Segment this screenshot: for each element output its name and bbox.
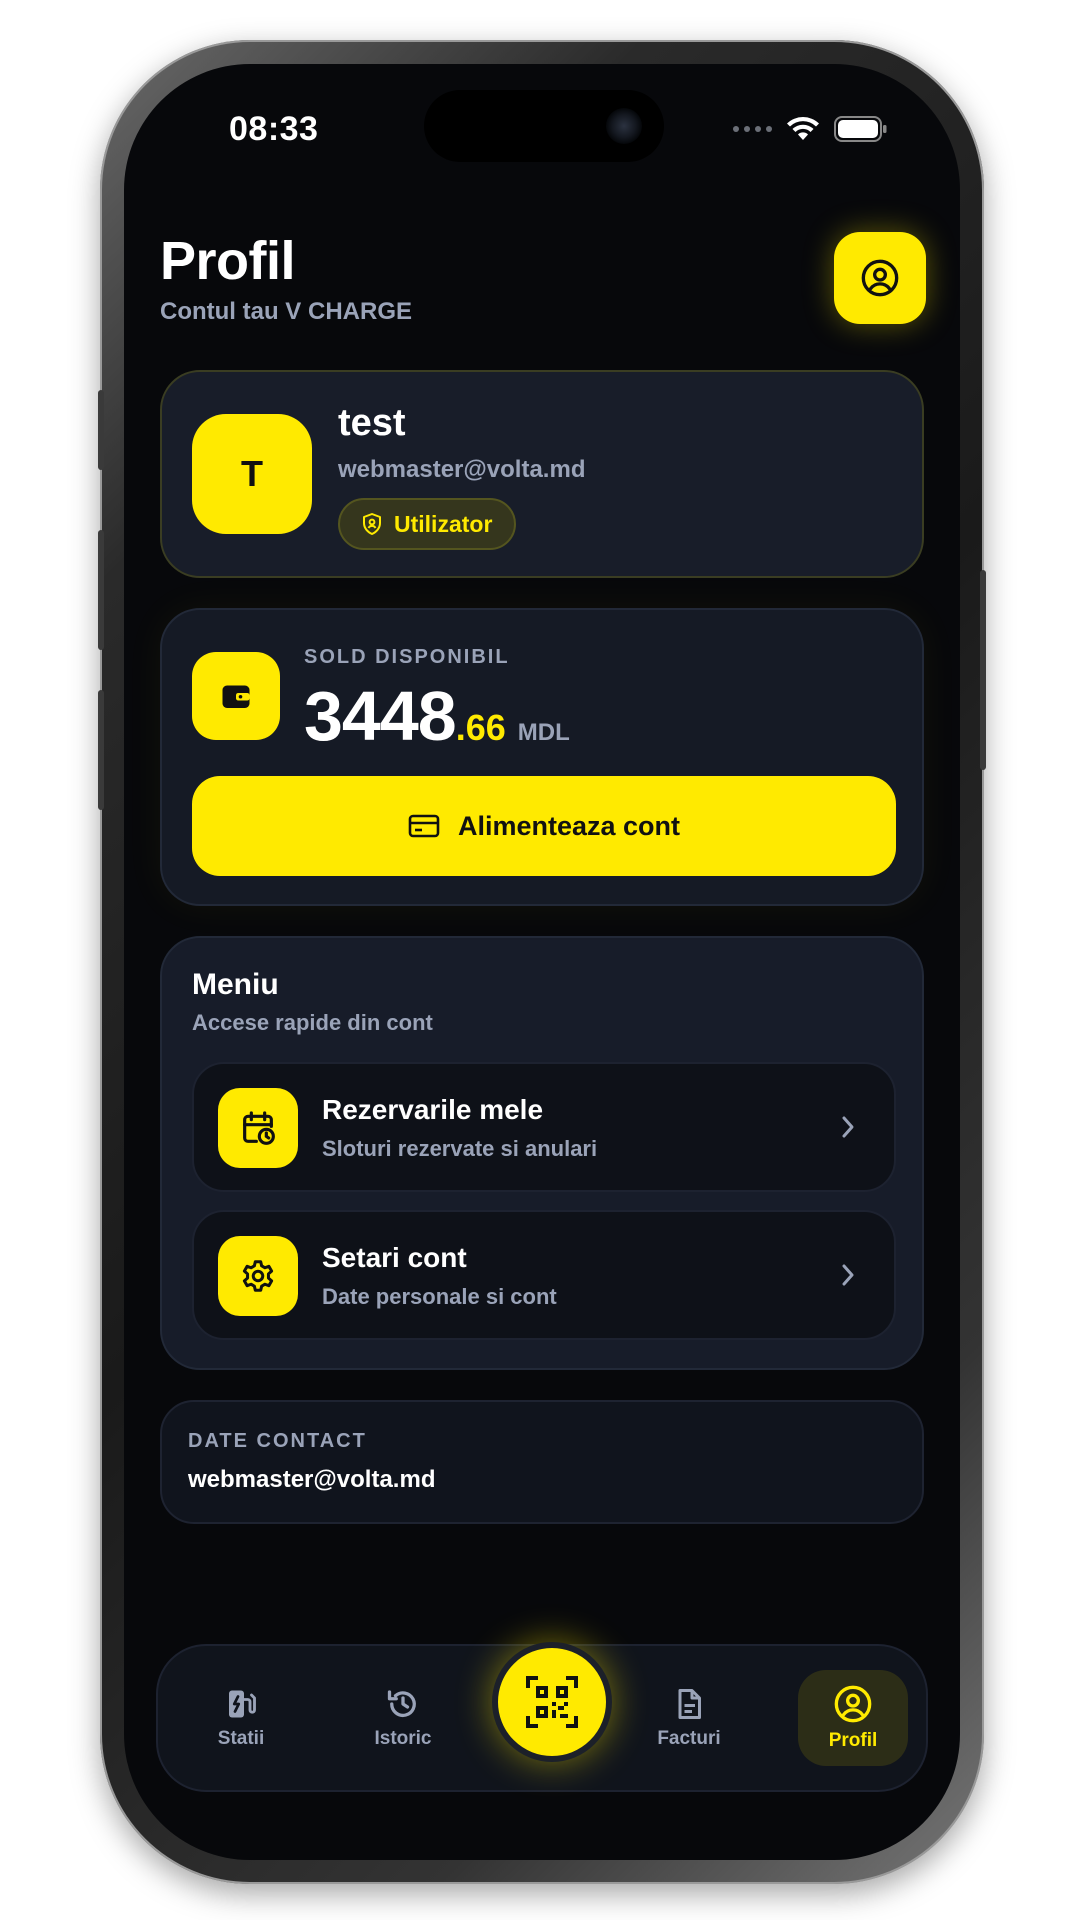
- qr-code-icon: [526, 1676, 578, 1728]
- camera-icon: [606, 108, 642, 144]
- history-icon: [387, 1690, 416, 1717]
- tab-label: Facturi: [657, 1728, 721, 1749]
- chevron-right-icon: [842, 1264, 854, 1286]
- tab-profil[interactable]: Profil: [798, 1670, 908, 1766]
- volume-down-button: [98, 690, 104, 810]
- wallet-icon: [192, 652, 280, 740]
- menu-title: Meniu: [192, 968, 279, 1001]
- balance-integer: 3448: [304, 677, 457, 755]
- profile-avatar-button[interactable]: [834, 232, 926, 324]
- document-icon: [678, 1689, 701, 1719]
- charging-station-icon: [229, 1690, 256, 1718]
- role-badge: Utilizator: [338, 498, 517, 550]
- screen: 08:33 Profil Contul tau V CHARGE T test …: [124, 64, 960, 1860]
- credit-card-icon: [408, 814, 440, 838]
- balance-amount: 3448 .66 MDL: [304, 676, 570, 756]
- page-title: Profil: [160, 231, 296, 291]
- menu-item-subtitle: Sloturi rezervate si anulari: [322, 1136, 598, 1161]
- shield-user-icon: [363, 513, 381, 535]
- tab-facturi[interactable]: Facturi: [634, 1670, 744, 1766]
- user-circle-icon: [834, 1685, 872, 1723]
- menu-item-account-settings[interactable]: Setari cont Date personale si cont: [192, 1210, 896, 1340]
- gear-icon: [218, 1236, 298, 1316]
- menu-item-subtitle: Date personale si cont: [322, 1284, 557, 1309]
- balance-card: SOLD DISPONIBIL 3448 .66 MDL Alimenteaza…: [160, 608, 924, 906]
- user-card: T test webmaster@volta.md Utilizator: [160, 370, 924, 578]
- status-time: 08:33: [229, 110, 319, 148]
- tab-label: Istoric: [374, 1728, 432, 1749]
- user-circle-icon: [861, 259, 899, 297]
- user-name: test: [338, 402, 406, 444]
- topup-label: Alimenteaza cont: [457, 810, 681, 841]
- calendar-clock-icon: [218, 1088, 298, 1168]
- tab-label: Statii: [217, 1728, 265, 1749]
- battery-icon: [834, 116, 887, 142]
- user-avatar: T: [192, 414, 312, 534]
- user-email: webmaster@volta.md: [338, 456, 586, 483]
- contact-email: webmaster@volta.md: [188, 1466, 436, 1493]
- cellular-signal-icon: [733, 126, 772, 132]
- menu-subtitle: Accese rapide din cont: [192, 1010, 433, 1035]
- wifi-icon: [787, 117, 819, 140]
- volume-up-button: [98, 530, 104, 650]
- role-label: Utilizator: [394, 510, 493, 537]
- tab-statii[interactable]: Statii: [186, 1670, 296, 1766]
- action-button: [98, 390, 104, 470]
- menu-item-reservations[interactable]: Rezervarile mele Sloturi rezervate si an…: [192, 1062, 896, 1192]
- qr-scan-button[interactable]: [492, 1642, 612, 1762]
- topup-button[interactable]: Alimenteaza cont: [192, 776, 896, 876]
- contact-card: DATE CONTACT webmaster@volta.md: [160, 1400, 924, 1524]
- balance-decimal: .66: [455, 707, 506, 748]
- status-icons: [733, 116, 888, 142]
- balance-label: SOLD DISPONIBIL: [304, 646, 510, 668]
- contact-label: DATE CONTACT: [188, 1430, 367, 1452]
- page-subtitle: Contul tau V CHARGE: [160, 298, 412, 325]
- menu-card: Meniu Accese rapide din cont Rezervarile…: [160, 936, 924, 1370]
- tab-label: Profil: [828, 1730, 878, 1751]
- balance-currency: MDL: [517, 719, 570, 746]
- dynamic-island: [424, 90, 664, 162]
- power-button: [980, 570, 986, 770]
- chevron-right-icon: [842, 1116, 854, 1138]
- tab-istoric[interactable]: Istoric: [348, 1670, 458, 1766]
- menu-item-title: Rezervarile mele: [322, 1094, 544, 1125]
- menu-item-title: Setari cont: [322, 1242, 467, 1273]
